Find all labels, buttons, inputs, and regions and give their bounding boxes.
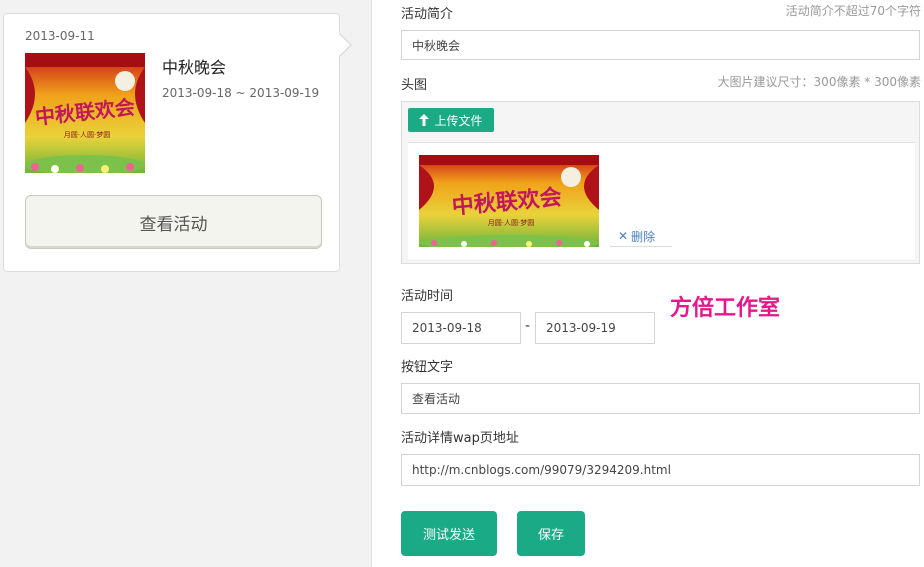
preview-date: 2013-09-11 [25,29,95,43]
button-text-input[interactable]: 查看活动 [401,383,920,414]
wap-url-label: 活动详情wap页地址 [401,431,519,446]
test-send-button[interactable]: 测试发送 [401,511,497,556]
preview-title: 中秋晚会 [162,58,227,77]
preview-date-range: 2013-09-18 ~ 2013-09-19 [162,86,320,100]
header-image-hint: 大图片建议尺寸：300像素 * 300像素 [717,75,921,89]
summary-hint: 活动简介不超过70个字符 [785,4,921,18]
image-upload-area: 上传文件 中秋联欢会 月圆·人圆·梦圆 ✕ 删除 [401,101,920,264]
summary-input[interactable]: 中秋晚会 [401,30,920,60]
header-image-label: 头图 [401,78,428,93]
end-date-input[interactable]: 2013-09-19 [535,312,655,344]
watermark-text: 方倍工作室 [670,296,781,321]
uploaded-poster-subtitle: 月圆·人圆·梦圆 [488,219,534,227]
preview-thumbnail: 中秋联欢会 月圆·人圆·梦圆 [25,53,145,173]
button-text-label: 按钮文字 [401,360,454,375]
card-pointer [339,33,352,57]
upload-file-button[interactable]: 上传文件 [408,108,494,132]
wap-url-input[interactable]: http://m.cnblogs.com/99079/3294209.html [401,454,920,486]
upload-file-label: 上传文件 [434,113,483,128]
time-label: 活动时间 [401,289,454,304]
preview-card: 2013-09-11 中秋联欢会 月圆·人圆·梦圆 中秋晚会 2013-09-1… [3,13,340,272]
upload-arrow-icon [419,114,430,126]
uploaded-image-panel: 中秋联欢会 月圆·人圆·梦圆 ✕ 删除 [408,142,915,259]
summary-label: 活动简介 [401,7,454,22]
uploaded-image: 中秋联欢会 月圆·人圆·梦圆 [419,155,599,247]
delete-label: 删除 [631,229,656,244]
date-separator: - [525,318,531,334]
delete-image-link[interactable]: ✕ 删除 [610,226,672,247]
start-date-input[interactable]: 2013-09-18 [401,312,521,344]
close-icon: ✕ [618,229,629,243]
save-button[interactable]: 保存 [517,511,585,556]
poster-subtitle: 月圆·人圆·梦圆 [64,131,110,139]
view-activity-button[interactable]: 查看活动 [25,195,322,249]
